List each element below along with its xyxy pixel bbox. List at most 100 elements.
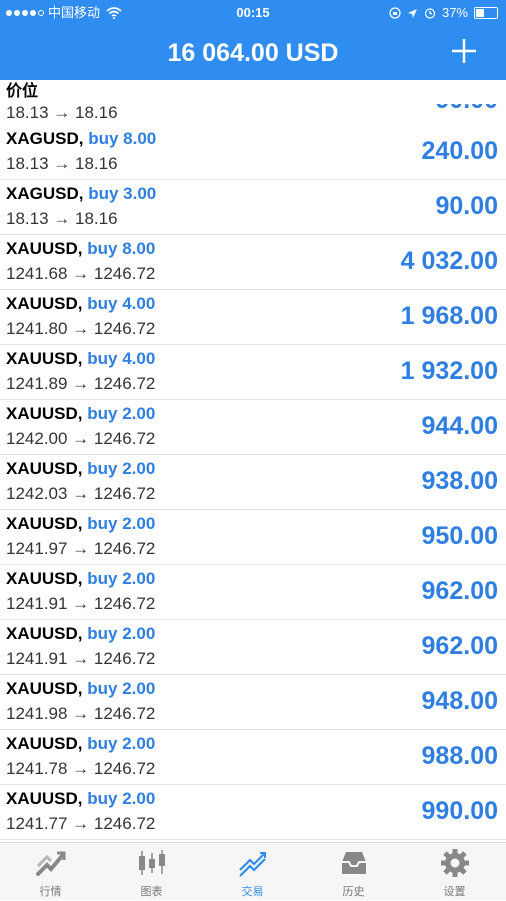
order-side: buy 4.00 xyxy=(87,349,156,368)
symbol-label: XAUUSD, buy 4.00 xyxy=(6,349,155,369)
tab-chart[interactable]: 图表 xyxy=(101,843,202,901)
alarm-icon xyxy=(424,8,436,19)
price-range: 1242.03 → 1246.72 xyxy=(6,484,156,503)
profit-value: 938.00 xyxy=(421,467,498,495)
order-side: buy 2.00 xyxy=(87,789,156,808)
profit-value: 944.00 xyxy=(421,412,498,440)
symbol-label: XAUUSD, buy 4.00 xyxy=(6,294,155,314)
tab-label: 图表 xyxy=(140,886,163,898)
order-side: buy 8.00 xyxy=(88,129,157,148)
tab-settings[interactable]: 设置 xyxy=(404,843,505,901)
history-icon xyxy=(342,852,366,874)
position-row[interactable]: XAUUSD, buy 8.00 1241.68 → 1246.72 4 032.0… xyxy=(0,235,506,290)
section-title: 价位 xyxy=(0,80,506,104)
profit-value: 948.00 xyxy=(421,687,498,715)
symbol-name: XAUUSD, xyxy=(6,349,83,368)
price-range: 1241.89 → 1246.72 xyxy=(6,374,156,393)
location-icon xyxy=(407,8,417,18)
symbol-name: XAUUSD, xyxy=(6,294,83,313)
profit-value: 962.00 xyxy=(421,632,498,660)
symbol-name: XAUUSD, xyxy=(6,789,83,808)
order-side: buy 2.00 xyxy=(87,404,156,423)
symbol-name: XAGUSD, xyxy=(6,184,84,203)
symbol-label: XAUUSD, buy 2.00 xyxy=(6,404,155,424)
profit-value: 988.00 xyxy=(421,742,498,770)
position-row[interactable]: XAUUSD, buy 2.00 1241.78 → 1246.72 988.00 xyxy=(0,730,506,785)
symbol-label: XAUUSD, buy 2.00 xyxy=(6,679,155,699)
tab-label: 历史 xyxy=(342,886,365,898)
top-bar: 中国移动 00:15 37% 16 064.00 USD xyxy=(0,0,506,80)
account-balance: 16 064.00 USD xyxy=(167,39,339,67)
symbol-label: XAUUSD, buy 2.00 xyxy=(6,514,155,534)
position-row[interactable]: XAUUSD, buy 2.00 1241.77 → 1246.72 990.00 xyxy=(0,785,506,840)
order-side: buy 3.00 xyxy=(88,184,157,203)
profit-value: 990.00 xyxy=(421,797,498,825)
tab-label: 交易 xyxy=(241,886,264,898)
symbol-name: XAUUSD, xyxy=(6,569,83,588)
symbol-name: XAUUSD, xyxy=(6,624,83,643)
status-bar: 中国移动 00:15 37% xyxy=(0,0,506,26)
tab-bar: 行情 图表 交易 历史 设置 xyxy=(0,842,506,900)
order-side: buy 2.00 xyxy=(87,734,156,753)
order-side: buy 2.00 xyxy=(87,624,156,643)
order-side: buy 2.00 xyxy=(87,514,156,533)
tab-trade[interactable]: 交易 xyxy=(202,843,303,901)
settings-icon xyxy=(441,849,469,877)
symbol-label: XAUUSD, buy 2.00 xyxy=(6,569,155,589)
position-row[interactable]: XAUUSD, buy 2.00 1242.03 → 1246.72 938.00 xyxy=(0,455,506,510)
position-row[interactable]: XAGUSD, buy 8.00 18.13 → 18.16 240.00 xyxy=(0,125,506,180)
position-row[interactable]: XAUUSD, buy 2.00 1241.98 → 1246.72 948.00 xyxy=(0,675,506,730)
battery-percent: 37% xyxy=(441,5,468,20)
position-row[interactable]: XAUUSD, buy 2.00 1241.91 → 1246.72 962.00 xyxy=(0,620,506,675)
price-range: 1241.97 → 1246.72 xyxy=(6,539,156,558)
trade-icon xyxy=(239,852,266,877)
symbol-name: XAGUSD, xyxy=(6,129,84,148)
tab-label: 设置 xyxy=(443,886,466,898)
symbol-label: XAUUSD, buy 2.00 xyxy=(6,624,155,644)
order-side: buy 2.00 xyxy=(87,569,156,588)
profit-value: 950.00 xyxy=(421,522,498,550)
price-range: 18.13 → 18.16 xyxy=(6,154,118,173)
position-row[interactable]: XAUUSD, buy 2.00 1242.00 → 1246.72 944.00 xyxy=(0,400,506,455)
profit-value: 4 032.00 xyxy=(400,247,498,275)
position-row[interactable]: XAUUSD, buy 4.00 1241.80 → 1246.72 1 968.0… xyxy=(0,290,506,345)
position-row[interactable]: XAUUSD, buy 2.00 1241.97 → 1246.72 950.00 xyxy=(0,510,506,565)
profit-value: 240.00 xyxy=(421,137,498,165)
tab-quotes[interactable]: 行情 xyxy=(0,843,101,901)
order-side: buy 2.00 xyxy=(87,459,156,478)
profit-value: 1 932.00 xyxy=(400,357,498,385)
order-side: buy 4.00 xyxy=(87,294,156,313)
symbol-label: XAUUSD, buy 2.00 xyxy=(6,459,155,479)
tab-history[interactable]: 历史 xyxy=(303,843,404,901)
rotation-lock-icon xyxy=(389,7,401,19)
price-range: 1241.80 → 1246.72 xyxy=(6,319,156,338)
tab-label: 行情 xyxy=(39,886,62,898)
symbol-name: XAUUSD, xyxy=(6,404,83,423)
symbol-name: XAUUSD, xyxy=(6,459,83,478)
position-row[interactable]: XAGUSD, buy 3.00 18.13 → 18.16 90.00 xyxy=(0,180,506,235)
price-range: 1241.77 → 1246.72 xyxy=(6,814,156,833)
order-side: buy 8.00 xyxy=(87,239,156,258)
chart-icon xyxy=(139,850,165,875)
position-row[interactable]: XAUUSD, buy 4.00 1241.89 → 1246.72 1 932.0… xyxy=(0,345,506,400)
status-right: 37% xyxy=(389,0,498,26)
price-range: 1241.68 → 1246.72 xyxy=(6,264,156,283)
price-range: 18.13 → 18.16 xyxy=(6,103,118,122)
battery-icon xyxy=(474,7,498,19)
symbol-name: XAUUSD, xyxy=(6,514,83,533)
price-range: 18.13 → 18.16 xyxy=(6,209,118,228)
profit-value: 1 968.00 xyxy=(400,302,498,330)
profit-value: 90.00 xyxy=(435,192,498,220)
position-row[interactable]: XAUUSD, buy 2.00 1241.91 → 1246.72 962.00 xyxy=(0,565,506,620)
order-side: buy 2.00 xyxy=(87,679,156,698)
price-range: 1241.78 → 1246.72 xyxy=(6,759,156,778)
price-range: 1241.91 → 1246.72 xyxy=(6,649,156,668)
symbol-label: XAUUSD, buy 8.00 xyxy=(6,239,155,259)
quotes-icon xyxy=(36,851,66,876)
symbol-label: XAUUSD, buy 2.00 xyxy=(6,734,155,754)
new-order-button[interactable] xyxy=(446,34,482,70)
plus-icon xyxy=(452,39,476,63)
symbol-label: XAGUSD, buy 8.00 xyxy=(6,129,156,149)
positions-list[interactable]: 价位 18.13 → 18.16 90.00 XAGUSD, buy 8.00 1… xyxy=(0,80,506,842)
price-range: 1241.91 → 1246.72 xyxy=(6,594,156,613)
